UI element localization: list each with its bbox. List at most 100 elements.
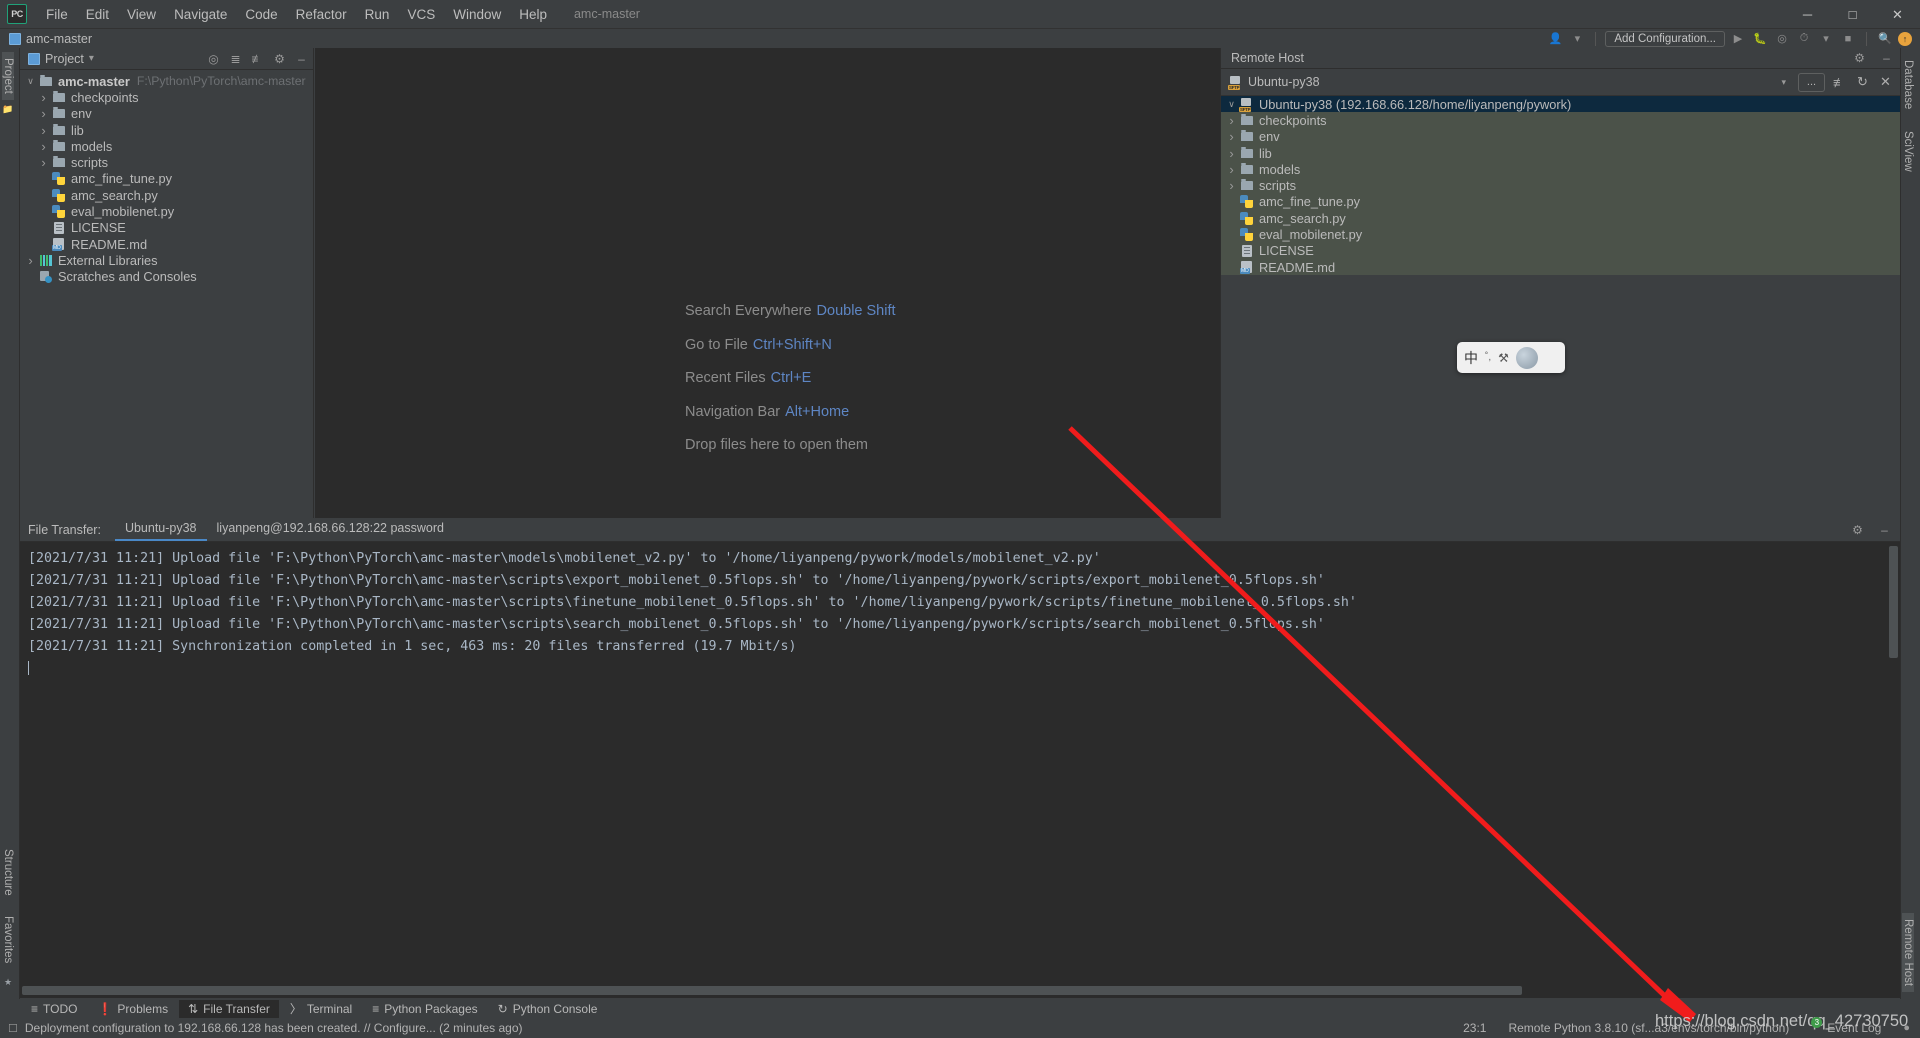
strip-button-database[interactable]: Database: [1902, 54, 1914, 115]
chevron-right-icon[interactable]: [1225, 178, 1238, 193]
breadcrumb[interactable]: amc-master: [9, 32, 92, 46]
chevron-down-icon[interactable]: ▾: [1568, 30, 1586, 47]
chevron-right-icon[interactable]: [24, 253, 37, 268]
maximize-button[interactable]: □: [1830, 0, 1875, 29]
folder-icon[interactable]: 📁: [2, 104, 14, 115]
caret-position[interactable]: 23:1: [1463, 1021, 1486, 1035]
browse-button[interactable]: ...: [1798, 73, 1825, 92]
chevron-down-icon-2[interactable]: ▾: [1817, 30, 1835, 47]
chevron-right-icon[interactable]: [1225, 162, 1238, 177]
tree-row-license[interactable]: LICENSE: [20, 220, 313, 236]
interpreter-indicator[interactable]: Remote Python 3.8.10 (sf...a3/envs/torch…: [1508, 1021, 1789, 1035]
menu-help[interactable]: Help: [510, 4, 556, 25]
coverage-icon[interactable]: ◎: [1773, 30, 1791, 47]
avatar[interactable]: [1516, 347, 1538, 369]
chevron-right-icon[interactable]: [37, 139, 50, 154]
gear-icon[interactable]: ⚙: [272, 52, 287, 66]
tree-row-lib[interactable]: lib: [20, 122, 313, 138]
hide-icon[interactable]: –: [294, 52, 309, 66]
chevron-right-icon[interactable]: [1225, 129, 1238, 144]
hide-icon[interactable]: –: [1877, 523, 1892, 537]
run-icon[interactable]: ▶: [1729, 30, 1747, 47]
remote-tree-row-env[interactable]: env: [1221, 129, 1900, 145]
tool-button-problems[interactable]: ❗ Problems: [88, 1000, 177, 1018]
close-icon[interactable]: ✕: [1877, 74, 1894, 90]
menu-edit[interactable]: Edit: [77, 4, 118, 25]
strip-button-remote-host[interactable]: Remote Host: [1902, 913, 1914, 992]
remote-tree-row-eval-mobilenet[interactable]: eval_mobilenet.py: [1221, 226, 1900, 242]
menu-navigate[interactable]: Navigate: [165, 4, 236, 25]
console-horizontal-scrollbar-thumb[interactable]: [22, 986, 1522, 995]
refresh-icon[interactable]: ↻: [1854, 74, 1871, 90]
user-icon[interactable]: 👤: [1546, 30, 1564, 47]
remote-tree-row-lib[interactable]: lib: [1221, 145, 1900, 161]
chevron-down-icon[interactable]: [1225, 99, 1238, 110]
stop-icon[interactable]: ■: [1839, 30, 1857, 47]
update-available-icon[interactable]: ↑: [1898, 32, 1912, 46]
chevron-right-icon[interactable]: [1225, 146, 1238, 161]
file-transfer-console[interactable]: [2021/7/31 11:21] Upload file 'F:\Python…: [20, 542, 1900, 998]
menu-code[interactable]: Code: [236, 4, 286, 25]
chevron-down-icon[interactable]: [24, 76, 37, 87]
tree-row-scratches[interactable]: Scratches and Consoles: [20, 269, 313, 285]
tree-row-amc-fine-tune[interactable]: amc_fine_tune.py: [20, 171, 313, 187]
remote-tree-row-amc-fine-tune[interactable]: amc_fine_tune.py: [1221, 194, 1900, 210]
tab-password-session[interactable]: liyanpeng@192.168.66.128:22 password: [207, 518, 454, 541]
collapse-all-icon[interactable]: ≢: [250, 52, 265, 66]
remote-tree-row-checkpoints[interactable]: checkpoints: [1221, 112, 1900, 128]
profile-icon[interactable]: ⏱: [1795, 30, 1813, 47]
chevron-right-icon[interactable]: [37, 123, 50, 138]
tree-row-models[interactable]: models: [20, 138, 313, 154]
remote-tree-row-scripts[interactable]: scripts: [1221, 177, 1900, 193]
collapse-all-icon[interactable]: ≢: [1831, 75, 1848, 90]
chevron-down-icon[interactable]: ▾: [1781, 77, 1792, 88]
debug-icon[interactable]: 🐛: [1751, 30, 1769, 47]
event-log-button[interactable]: Event Log: [1827, 1021, 1881, 1035]
tool-button-todo[interactable]: ≡ TODO: [22, 1000, 86, 1018]
tree-row-amc-search[interactable]: amc_search.py: [20, 187, 313, 203]
strip-button-favorites[interactable]: Favorites: [2, 910, 14, 969]
menu-file[interactable]: File: [37, 4, 77, 25]
tree-row-eval-mobilenet[interactable]: eval_mobilenet.py: [20, 203, 313, 219]
add-configuration-button[interactable]: Add Configuration...: [1605, 31, 1725, 47]
tree-row-external-libraries[interactable]: External Libraries: [20, 252, 313, 268]
menu-run[interactable]: Run: [356, 4, 399, 25]
console-vertical-scrollbar-thumb[interactable]: [1889, 546, 1898, 658]
menu-refactor[interactable]: Refactor: [287, 4, 356, 25]
tool-button-python-packages[interactable]: ≡ Python Packages: [363, 1000, 486, 1018]
expand-all-icon[interactable]: ≣: [228, 52, 243, 66]
tree-row-scripts[interactable]: scripts: [20, 154, 313, 170]
inspection-icon[interactable]: ●: [1903, 1022, 1910, 1034]
remote-tree-row-license[interactable]: LICENSE: [1221, 243, 1900, 259]
remote-tree-row-readme[interactable]: README.md: [1221, 259, 1900, 275]
toolbox-icon[interactable]: ⚒: [1498, 351, 1509, 365]
close-button[interactable]: ✕: [1875, 0, 1920, 29]
gear-icon[interactable]: ⚙: [1850, 523, 1865, 537]
tool-button-file-transfer[interactable]: ⇅ File Transfer: [179, 1000, 279, 1018]
menu-view[interactable]: View: [118, 4, 165, 25]
chevron-down-icon[interactable]: ▾: [89, 53, 94, 64]
project-panel-title-group[interactable]: Project ▾: [28, 52, 94, 66]
ime-pinyin-icon[interactable]: ˚,: [1485, 352, 1491, 363]
host-select[interactable]: Ubuntu-py38 ▾: [1248, 72, 1792, 92]
minimize-button[interactable]: ─: [1785, 0, 1830, 29]
ime-floating-bar[interactable]: 中 ˚, ⚒: [1457, 342, 1565, 373]
tree-row-checkpoints[interactable]: checkpoints: [20, 89, 313, 105]
strip-button-structure[interactable]: Structure: [2, 843, 14, 902]
status-message[interactable]: Deployment configuration to 192.168.66.1…: [25, 1021, 523, 1035]
tree-row-readme[interactable]: README.md: [20, 236, 313, 252]
strip-button-project[interactable]: Project: [2, 52, 14, 100]
editor-empty-area[interactable]: Search EverywhereDouble Shift Go to File…: [315, 48, 1220, 518]
strip-button-sciview[interactable]: SciView: [1902, 125, 1914, 178]
gear-icon[interactable]: ⚙: [1852, 51, 1867, 65]
menu-vcs[interactable]: VCS: [398, 4, 444, 25]
tree-row-env[interactable]: env: [20, 106, 313, 122]
chevron-right-icon[interactable]: [1225, 113, 1238, 128]
tab-ubuntu-py38[interactable]: Ubuntu-py38: [115, 518, 207, 541]
tool-button-terminal[interactable]: 〉 Terminal: [281, 998, 361, 1019]
hide-icon[interactable]: –: [1879, 51, 1894, 65]
chevron-right-icon[interactable]: [37, 90, 50, 105]
ime-mode-label[interactable]: 中: [1464, 348, 1478, 368]
remote-tree-row-models[interactable]: models: [1221, 161, 1900, 177]
menu-window[interactable]: Window: [444, 4, 510, 25]
